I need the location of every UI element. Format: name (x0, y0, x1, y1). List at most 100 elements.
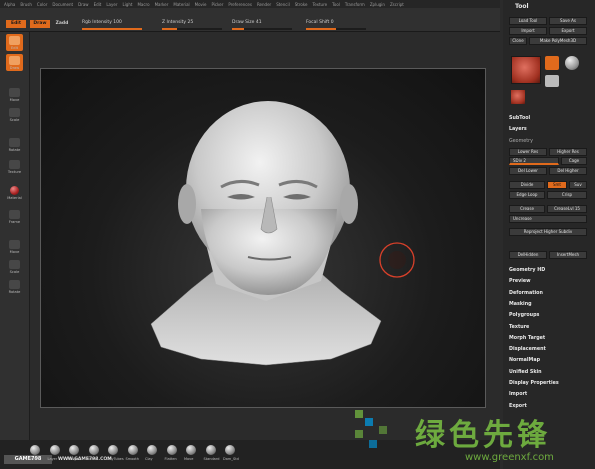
section-displacement[interactable]: Displacement (509, 347, 589, 352)
simplebrush-thumbnail[interactable] (545, 56, 559, 70)
draw-track (232, 28, 292, 30)
edge-loop-button[interactable]: Edge Loop (509, 191, 545, 199)
frame-button[interactable]: Frame (6, 208, 23, 225)
load-tool-button[interactable]: Load Tool (509, 17, 547, 25)
section-masking[interactable]: Masking (509, 302, 589, 307)
menu-item-picker[interactable]: Picker (211, 2, 223, 7)
crisp-button[interactable]: Crisp (547, 191, 587, 199)
save-as-button[interactable]: Save As (549, 17, 587, 25)
cage-button[interactable]: Cage (561, 157, 587, 165)
uncrease-button[interactable]: Uncrease (509, 215, 587, 223)
section-import[interactable]: Import (509, 392, 589, 397)
sdiv-slider[interactable]: SDiv 2 (509, 157, 559, 165)
rotate-mode-button[interactable]: Rotate (6, 136, 23, 153)
menu-item-preferences[interactable]: Preferences (228, 2, 252, 7)
draw-mode-button[interactable]: Draw (6, 54, 23, 71)
menu-item-zplugin[interactable]: Zplugin (370, 2, 385, 7)
subtool-section[interactable]: SubTool (509, 116, 589, 121)
divide-button[interactable]: Divide (509, 181, 545, 189)
tool-thumbnail[interactable] (511, 56, 541, 84)
menu-item-color[interactable]: Color (37, 2, 47, 7)
sphere-thumbnail[interactable] (565, 56, 579, 70)
menu-item-marker[interactable]: Marker (155, 2, 169, 7)
draw-button[interactable]: Draw (30, 20, 50, 28)
menu-item-zscript[interactable]: Zscript (390, 2, 404, 7)
menu-item-transform[interactable]: Transform (345, 2, 365, 7)
section-morph-target[interactable]: Morph Target (509, 336, 589, 341)
geometry-section[interactable]: Geometry (509, 139, 589, 144)
section-normalmap[interactable]: NormalMap (509, 358, 589, 363)
scale-mode-button[interactable]: Scale (6, 106, 23, 123)
section-polygroups[interactable]: Polygroups (509, 313, 589, 318)
menu-item-edit[interactable]: Edit (94, 2, 102, 7)
menu-item-macro[interactable]: Macro (137, 2, 149, 7)
section-geometry-hd[interactable]: Geometry HD (509, 268, 589, 273)
menu-item-render[interactable]: Render (257, 2, 271, 7)
edit-button[interactable]: Edit (6, 20, 26, 28)
rgb-intensity-slider[interactable]: Rgb Intensity 100 (82, 20, 142, 31)
lower-res-button[interactable]: Lower Res (509, 148, 547, 156)
brush-pinch-icon[interactable] (88, 445, 99, 455)
brush-nudge-icon[interactable] (69, 445, 79, 455)
brush-claytubes-icon[interactable] (108, 445, 118, 455)
brush-clay-icon[interactable] (147, 445, 157, 455)
section-unified-skin[interactable]: Unified Skin (509, 370, 589, 375)
export-button[interactable]: Export (549, 27, 587, 35)
polymesh-thumbnail[interactable] (545, 75, 559, 87)
edit-mode-button[interactable]: Edit (6, 34, 23, 51)
crease-button[interactable]: Crease (509, 205, 545, 213)
brush-move-icon[interactable] (186, 445, 196, 455)
menu-item-brush[interactable]: Brush (20, 2, 32, 7)
clone-button[interactable]: Clone (509, 37, 527, 45)
draw-size-slider[interactable]: Draw Size 41 (232, 20, 292, 31)
canvas-viewport[interactable] (40, 68, 486, 408)
section-preview[interactable]: Preview (509, 279, 589, 284)
menu-item-document[interactable]: Document (52, 2, 73, 7)
menu-item-stroke[interactable]: Stroke (295, 2, 308, 7)
suv-toggle[interactable]: Suv (569, 181, 587, 189)
brush-standard-icon[interactable] (205, 445, 216, 455)
reproject-button[interactable]: Reproject Higher Subdiv (509, 228, 587, 236)
brush-smooth-icon[interactable] (127, 445, 138, 455)
texture-button[interactable]: Texture (6, 158, 23, 175)
material-button[interactable]: Material (6, 184, 23, 201)
z-intensity-slider[interactable]: Z Intensity 25 (162, 20, 222, 31)
menu-item-layer[interactable]: Layer (106, 2, 117, 7)
section-display-properties[interactable]: Display Properties (509, 381, 589, 386)
subtool-thumbnail[interactable] (511, 90, 525, 104)
section-texture[interactable]: Texture (509, 325, 589, 330)
del-higher-button[interactable]: Del Higher (549, 167, 587, 175)
menu-item-light[interactable]: Light (122, 2, 132, 7)
zadd-button[interactable]: Zadd (54, 20, 70, 28)
creaselvl-slider[interactable]: CreaseLvl 15 (547, 205, 587, 213)
import-button[interactable]: Import (509, 27, 547, 35)
menu-item-stencil[interactable]: Stencil (276, 2, 290, 7)
menu-item-alpha[interactable]: Alpha (4, 2, 15, 7)
nav-rotate-button[interactable]: Rotate (6, 278, 23, 295)
sculpted-head-model (150, 101, 415, 366)
menu-item-texture[interactable]: Texture (312, 2, 327, 7)
layers-section[interactable]: Layers (509, 127, 589, 132)
focal-track (306, 28, 366, 30)
brush-flatten-icon[interactable] (166, 445, 177, 455)
del-lower-button[interactable]: Del Lower (509, 167, 547, 175)
nav-move-button[interactable]: Move (6, 238, 23, 255)
higher-res-button[interactable]: Higher Res (549, 148, 587, 156)
brush-inflat-icon[interactable] (30, 445, 40, 455)
brush-dam_std-icon[interactable] (225, 445, 235, 455)
focal-shift-slider[interactable]: Focal Shift 0 (306, 20, 366, 31)
nav-scale-button[interactable]: Scale (6, 258, 23, 275)
insertmesh-button[interactable]: InsertMesh (549, 251, 587, 259)
menu-item-draw[interactable]: Draw (78, 2, 88, 7)
tool-palette-header[interactable]: Tool (515, 3, 595, 10)
smt-toggle[interactable]: Smt (547, 181, 567, 189)
menu-item-tool[interactable]: Tool (332, 2, 340, 7)
brush-layer-icon[interactable] (49, 445, 60, 455)
menu-item-movie[interactable]: Movie (195, 2, 207, 7)
brush-label: Layer (47, 457, 58, 461)
move-mode-button[interactable]: Move (6, 86, 23, 103)
section-deformation[interactable]: Deformation (509, 291, 589, 296)
menu-item-material[interactable]: Material (173, 2, 189, 7)
make-polymesh-button[interactable]: Make PolyMesh3D (529, 37, 587, 45)
delhidden-button[interactable]: DelHidden (509, 251, 547, 259)
